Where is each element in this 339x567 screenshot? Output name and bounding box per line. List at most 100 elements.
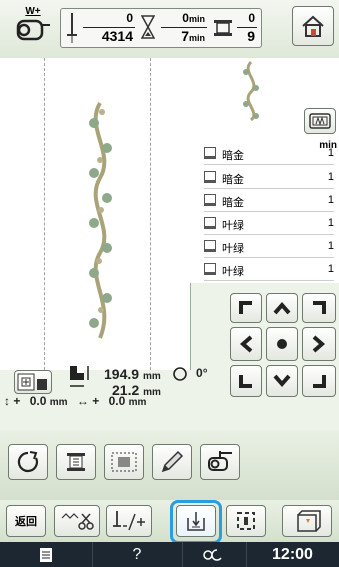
highlight-ring [170, 500, 222, 544]
arrow-topleft-icon [239, 301, 252, 314]
offset-y-sign: + [13, 394, 21, 408]
basting-icon [237, 512, 255, 530]
trial-icon [111, 452, 137, 472]
presser-foot-button[interactable] [200, 444, 240, 480]
clock-time: 12:00 [272, 545, 313, 563]
cut-icon [61, 513, 94, 530]
move-right-button[interactable] [302, 327, 336, 361]
thread-name: 叶绿 [222, 243, 244, 255]
memory-icon [297, 510, 321, 532]
trial-button[interactable] [104, 444, 144, 480]
pattern-info: 194.9 mm 21.2 mm 0° ↕ + 0.0 mm ↔ + 0.0 m… [0, 366, 339, 425]
hoop-view-button[interactable] [304, 108, 336, 134]
list-item[interactable]: 暗金 1 [204, 191, 334, 212]
thread-time: 1 [327, 171, 334, 183]
list-item[interactable]: 叶绿 1 [204, 214, 334, 235]
list-item[interactable]: 暗金 1 [204, 144, 334, 165]
needle-position-icon [113, 511, 145, 531]
rotate-button[interactable] [8, 444, 48, 480]
arrow-right-icon [312, 335, 326, 353]
needle-icon [67, 13, 77, 43]
hoop-size-icon [17, 373, 47, 391]
home-button[interactable] [292, 6, 334, 46]
back-label: 返回 [15, 516, 37, 528]
top-bar: W+ 0 4314 0min 7min 0 9 [0, 0, 339, 59]
thread-name: 叶绿 [222, 266, 244, 278]
thread-swatch [204, 217, 216, 229]
width-height-icon [70, 366, 89, 387]
pattern-thumbnail [190, 58, 339, 138]
move-left-button[interactable] [230, 327, 262, 361]
status-bar: ? 12:00 [0, 542, 339, 567]
size-preview-button[interactable] [14, 370, 52, 394]
center-button[interactable] [266, 327, 298, 361]
horizontal-offset-icon: ↔ [76, 394, 89, 408]
arrow-up-icon [273, 301, 291, 315]
help-icon: ? [132, 545, 142, 563]
edit-toolbar [0, 430, 339, 500]
hoop-guide-right [150, 58, 151, 370]
embroidery-preview[interactable] [0, 58, 191, 370]
needle-position-button[interactable] [106, 505, 152, 537]
arrow-left-icon [239, 335, 253, 353]
basting-button[interactable] [226, 505, 266, 537]
thread-time: 1 [327, 240, 334, 252]
width-value: 194.9 [104, 366, 140, 382]
arrow-topright-icon [313, 301, 326, 314]
cut-button[interactable] [54, 505, 100, 537]
angle-value: 0 [196, 366, 203, 380]
stitch-setting-button[interactable] [182, 542, 247, 567]
list-item[interactable]: 暗金 1 [204, 168, 334, 189]
rotate-icon [17, 451, 39, 473]
color-total: 9 [247, 28, 255, 44]
width-unit: mm [142, 371, 161, 382]
stitch-total: 4314 [101, 28, 133, 44]
help-button[interactable]: ? [92, 542, 183, 567]
vertical-offset-icon: ↕ [4, 394, 10, 408]
time-total: 7 [181, 28, 189, 44]
time-unit: min [188, 14, 205, 24]
color-current: 0 [248, 11, 255, 25]
list-item[interactable]: 叶绿 1 [204, 237, 334, 258]
home-icon [302, 15, 324, 37]
memory-button[interactable] [282, 505, 332, 537]
thread-swatch [204, 263, 216, 275]
move-topleft-button[interactable] [230, 293, 262, 323]
pencil-icon [161, 450, 184, 473]
offset-x-value: 0.0 [108, 394, 126, 408]
thread-time: 1 [327, 194, 334, 206]
thread-name: 叶绿 [222, 220, 244, 232]
time-current: 0 [182, 11, 189, 25]
stitch-current: 0 [126, 11, 133, 25]
offset-y-unit: mm [49, 397, 68, 408]
angle-icon [173, 367, 187, 381]
thread-name: 暗金 [222, 197, 244, 209]
thread-color-list[interactable]: min 暗金 1 暗金 1 暗金 1 叶绿 1 叶绿 1 叶绿 1 [190, 138, 339, 283]
thread-time: 1 [327, 217, 334, 229]
back-button[interactable]: 返回 [6, 505, 46, 537]
page-button[interactable] [0, 542, 93, 567]
offset-x-sign: + [92, 394, 100, 408]
list-item[interactable]: 叶绿 1 [204, 260, 334, 281]
move-up-button[interactable] [266, 293, 298, 323]
offset-y-value: 0.0 [29, 394, 47, 408]
thread-swatch [204, 194, 216, 206]
stitch-time-color-counter: 0 4314 0min 7min 0 9 [60, 8, 262, 48]
thread-name: 暗金 [222, 174, 244, 186]
edit-button[interactable] [152, 444, 192, 480]
thumbnail-pattern [243, 60, 259, 122]
stitch-mode-label: W+ [25, 6, 41, 17]
page-icon [40, 547, 52, 562]
thread-swatch [204, 171, 216, 183]
angle-unit: ° [202, 366, 208, 380]
embroidery-pattern [89, 101, 112, 339]
clock: 12:00 [246, 542, 339, 567]
move-topright-button[interactable] [302, 293, 336, 323]
hoop-icon [309, 113, 331, 129]
hoop-guide-left [44, 58, 45, 370]
thread-name: 暗金 [222, 150, 244, 162]
presser-foot-icon[interactable]: W+ [14, 6, 52, 50]
thread-color-button[interactable] [56, 444, 96, 480]
time-unit-total: min [188, 33, 205, 43]
foot-icon [208, 451, 232, 471]
